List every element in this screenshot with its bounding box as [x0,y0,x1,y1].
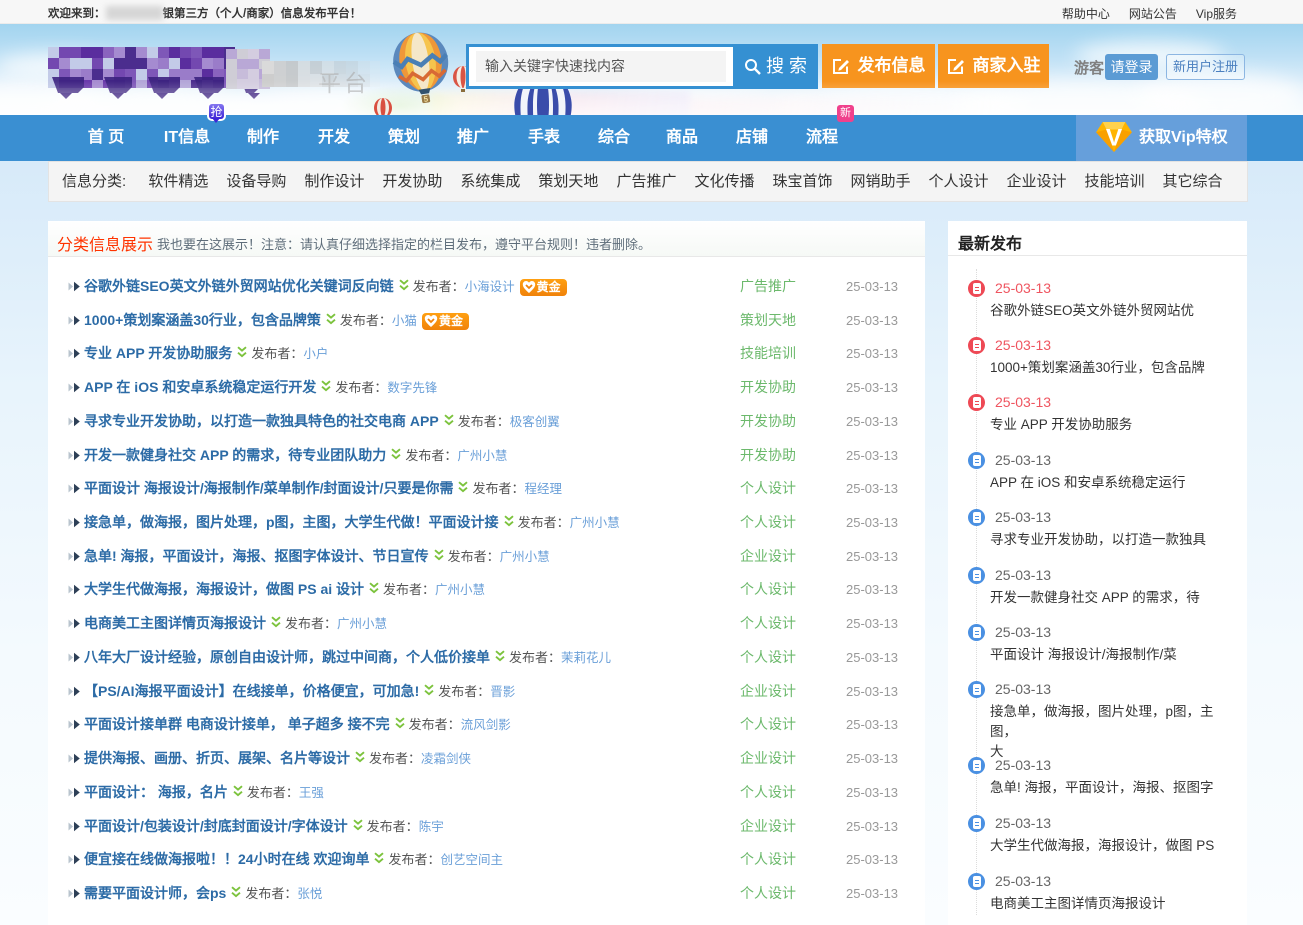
svg-text:V: V [1106,124,1123,151]
